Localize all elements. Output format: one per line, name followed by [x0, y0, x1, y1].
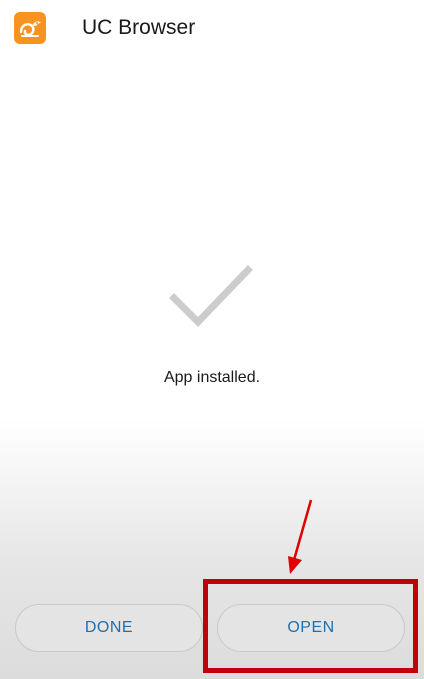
- app-header: UC Browser: [0, 0, 424, 58]
- install-status-text: App installed.: [163, 369, 261, 386]
- arrow-pointer-icon: [280, 496, 320, 580]
- app-title: UC Browser: [82, 16, 196, 39]
- check-icon: [168, 264, 256, 334]
- open-button-highlight: [203, 579, 418, 673]
- uc-browser-icon: [14, 12, 46, 44]
- done-button[interactable]: DONE: [15, 604, 203, 652]
